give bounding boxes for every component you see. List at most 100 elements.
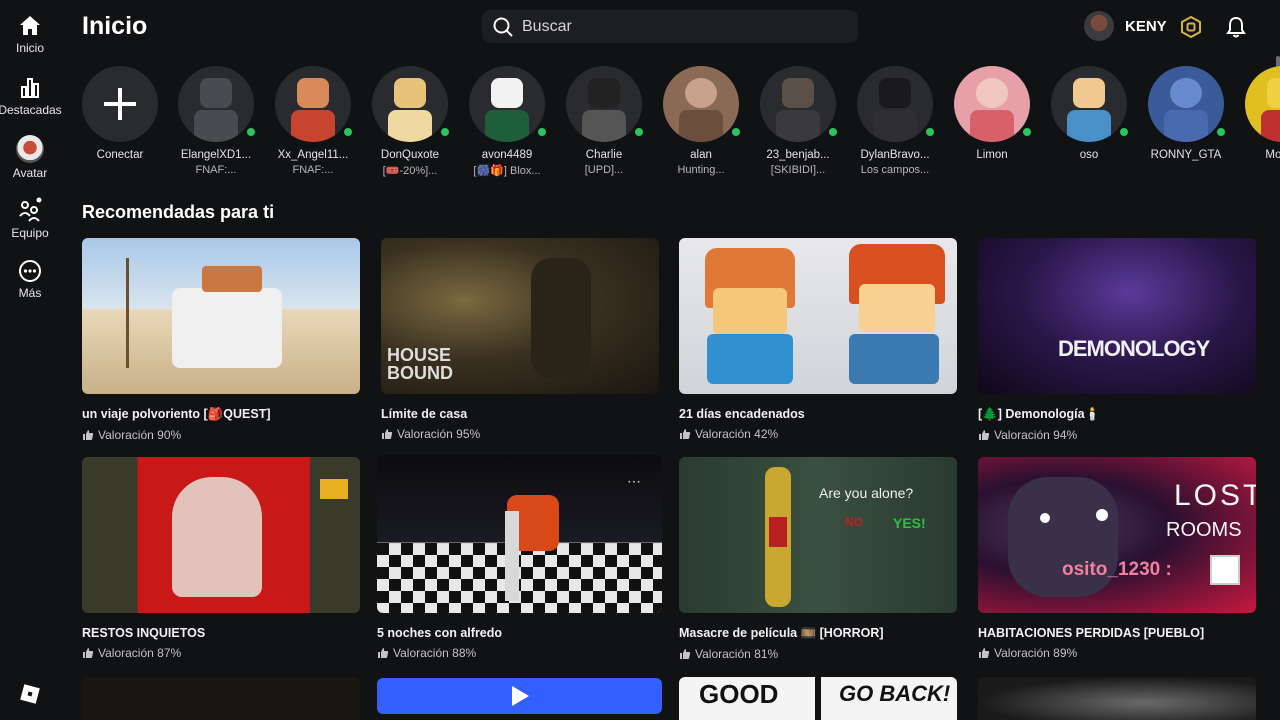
rating-text: Valoración 94% bbox=[994, 428, 1078, 442]
game-card[interactable]: RESTOS INQUIETOS Valoración 87% bbox=[82, 457, 360, 660]
game-title: Masacre de película 🎞️ [HORROR] bbox=[679, 626, 884, 640]
thumbnail-text: Are you alone? bbox=[819, 485, 914, 501]
game-card[interactable]: 21 días encadenados Valoración 42% bbox=[679, 238, 957, 441]
game-title: Límite de casa bbox=[381, 407, 468, 421]
nav-label: Avatar bbox=[12, 166, 48, 180]
friend-item[interactable]: ElangelXD1... FNAF:... bbox=[167, 66, 265, 176]
thumbs-up-icon bbox=[83, 430, 94, 440]
thumbnail-text: NO bbox=[845, 515, 863, 529]
friend-item[interactable]: Xx_Angel11... FNAF:... bbox=[264, 66, 362, 176]
friend-item[interactable]: DonQuxote [🎟️-20%]... bbox=[361, 66, 459, 177]
nav-label: Destacadas bbox=[0, 103, 62, 117]
game-card[interactable]: DEMONOLOGY [🌲] Demonología🕯️ Valoración … bbox=[978, 238, 1256, 442]
rating-text: Valoración 89% bbox=[994, 646, 1078, 660]
play-icon bbox=[511, 686, 529, 706]
home-icon bbox=[20, 16, 40, 35]
game-rating: Valoración 95% bbox=[381, 427, 659, 441]
friend-name: alan bbox=[690, 149, 712, 161]
thumbs-up-icon bbox=[979, 430, 990, 440]
thumbs-up-icon bbox=[83, 648, 94, 658]
thumbnail-text: DEMONOLOGY bbox=[1058, 336, 1210, 361]
friend-item[interactable]: Mono_ bbox=[1234, 66, 1280, 161]
game-thumbnail: HOUSE BOUND bbox=[381, 238, 659, 394]
friend-status: FNAF:... bbox=[292, 164, 334, 176]
plus-icon bbox=[104, 88, 136, 120]
avatar bbox=[1210, 555, 1240, 585]
friend-name: avon4489 bbox=[481, 149, 533, 161]
game-title: HABITACIONES PERDIDAS [PUEBLO] bbox=[978, 626, 1205, 640]
game-thumbnail: DEMONOLOGY bbox=[978, 238, 1256, 394]
friend-name: RONNY_GTA bbox=[1150, 149, 1222, 161]
friend-name: 23_benjab... bbox=[766, 149, 830, 161]
game-card[interactable]: HOUSE BOUND Límite de casa Valoración 95… bbox=[381, 238, 659, 441]
game-thumbnail[interactable] bbox=[978, 677, 1256, 720]
robux-icon[interactable] bbox=[1180, 15, 1202, 43]
rating-text: Valoración 90% bbox=[98, 428, 182, 442]
game-title: 21 días encadenados bbox=[679, 407, 805, 421]
thumbnail-text: GOOD bbox=[699, 679, 779, 709]
nav-item-team[interactable]: Equipo bbox=[0, 197, 60, 240]
game-card[interactable]: LOST ROOMS osito_1230 : HABITACIONES PER… bbox=[978, 457, 1256, 660]
game-card[interactable]: un viaje polvoriento [🎒QUEST] Valoración… bbox=[82, 238, 360, 442]
game-thumbnail: ⋯ bbox=[377, 455, 662, 613]
friend-name: DylanBravo... bbox=[860, 149, 930, 161]
rating-text: Valoración 87% bbox=[98, 646, 182, 660]
friend-name: ElangelXD1... bbox=[180, 149, 252, 161]
play-button[interactable] bbox=[377, 678, 662, 714]
friend-item[interactable]: Limon bbox=[943, 66, 1041, 161]
rating-text: Valoración 88% bbox=[393, 646, 477, 660]
thumbnail-text: osito_1230 : bbox=[1062, 559, 1172, 580]
thumbs-up-icon bbox=[680, 429, 691, 439]
game-title: 5 noches con alfredo bbox=[377, 626, 503, 640]
rating-text: Valoración 81% bbox=[695, 647, 779, 661]
nav-label: Inicio bbox=[15, 41, 44, 55]
friend-item[interactable]: 23_benjab... [SKIBIDI]... bbox=[749, 66, 847, 176]
search-icon bbox=[493, 17, 513, 37]
charts-icon bbox=[21, 78, 39, 98]
rating-text: Valoración 95% bbox=[397, 427, 481, 441]
game-thumbnail bbox=[82, 238, 360, 394]
user-profile[interactable]: KENY bbox=[1084, 11, 1167, 41]
game-title: [🌲] Demonología🕯️ bbox=[978, 407, 1101, 421]
notifications-bell-icon[interactable] bbox=[1226, 16, 1246, 43]
game-thumbnail[interactable]: GOOD GO BACK! bbox=[679, 677, 957, 720]
game-card[interactable]: ⋯ 5 noches con alfredo Valoración 88% bbox=[377, 455, 662, 660]
friend-item[interactable]: avon4489 [🎆🎁] Blox... bbox=[458, 66, 556, 177]
friends-row: Conectar ElangelXD1... FNAF:... Xx_Angel… bbox=[70, 66, 1280, 186]
game-thumbnail[interactable] bbox=[82, 677, 360, 720]
nav-item-avatar[interactable]: Avatar bbox=[0, 135, 60, 180]
connect-button[interactable]: Conectar bbox=[71, 66, 169, 161]
nav-item-featured[interactable]: Destacadas bbox=[0, 76, 62, 117]
game-rating: Valoración 87% bbox=[82, 646, 360, 660]
rating-text: Valoración 42% bbox=[695, 427, 779, 441]
game-rating: Valoración 94% bbox=[978, 428, 1256, 442]
friend-item[interactable]: DylanBravo... Los campos... bbox=[846, 66, 944, 176]
friend-status: [🎟️-20%]... bbox=[382, 165, 438, 177]
nav-item-home[interactable]: Inicio bbox=[0, 14, 60, 55]
friend-status: [🎆🎁] Blox... bbox=[473, 165, 541, 177]
friend-name: Charlie bbox=[585, 149, 623, 161]
more-options-icon[interactable]: ⋯ bbox=[627, 473, 641, 490]
page-title: Inicio bbox=[82, 12, 148, 40]
thumbs-up-icon bbox=[680, 649, 691, 659]
avatar-icon bbox=[16, 135, 44, 163]
sidebar: Inicio Destacadas Avatar Equipo Más bbox=[0, 0, 62, 720]
friend-item[interactable]: RONNY_GTA bbox=[1137, 66, 1235, 161]
friend-item[interactable]: oso bbox=[1040, 66, 1138, 161]
thumbnail-text: YES! bbox=[893, 515, 926, 531]
roblox-logo-icon[interactable] bbox=[19, 683, 41, 710]
friend-item[interactable]: alan Hunting... bbox=[652, 66, 750, 176]
friend-status: Hunting... bbox=[677, 164, 725, 176]
search-placeholder: Buscar bbox=[522, 17, 572, 35]
game-title: un viaje polvoriento [🎒QUEST] bbox=[82, 407, 271, 421]
friend-item[interactable]: Charlie [UPD]... bbox=[555, 66, 653, 176]
team-icon bbox=[19, 197, 42, 222]
nav-item-more[interactable]: Más bbox=[0, 259, 60, 300]
friend-name: Mono_ bbox=[1265, 149, 1280, 161]
friend-name: DonQuxote bbox=[380, 149, 440, 161]
game-rating: Valoración 89% bbox=[978, 646, 1256, 660]
game-thumbnail: Are you alone? NO YES! bbox=[679, 457, 957, 613]
friend-status: [UPD]... bbox=[584, 164, 624, 176]
search-input[interactable]: Buscar bbox=[482, 10, 858, 43]
game-card[interactable]: Are you alone? NO YES! Masacre de pelícu… bbox=[679, 457, 957, 661]
